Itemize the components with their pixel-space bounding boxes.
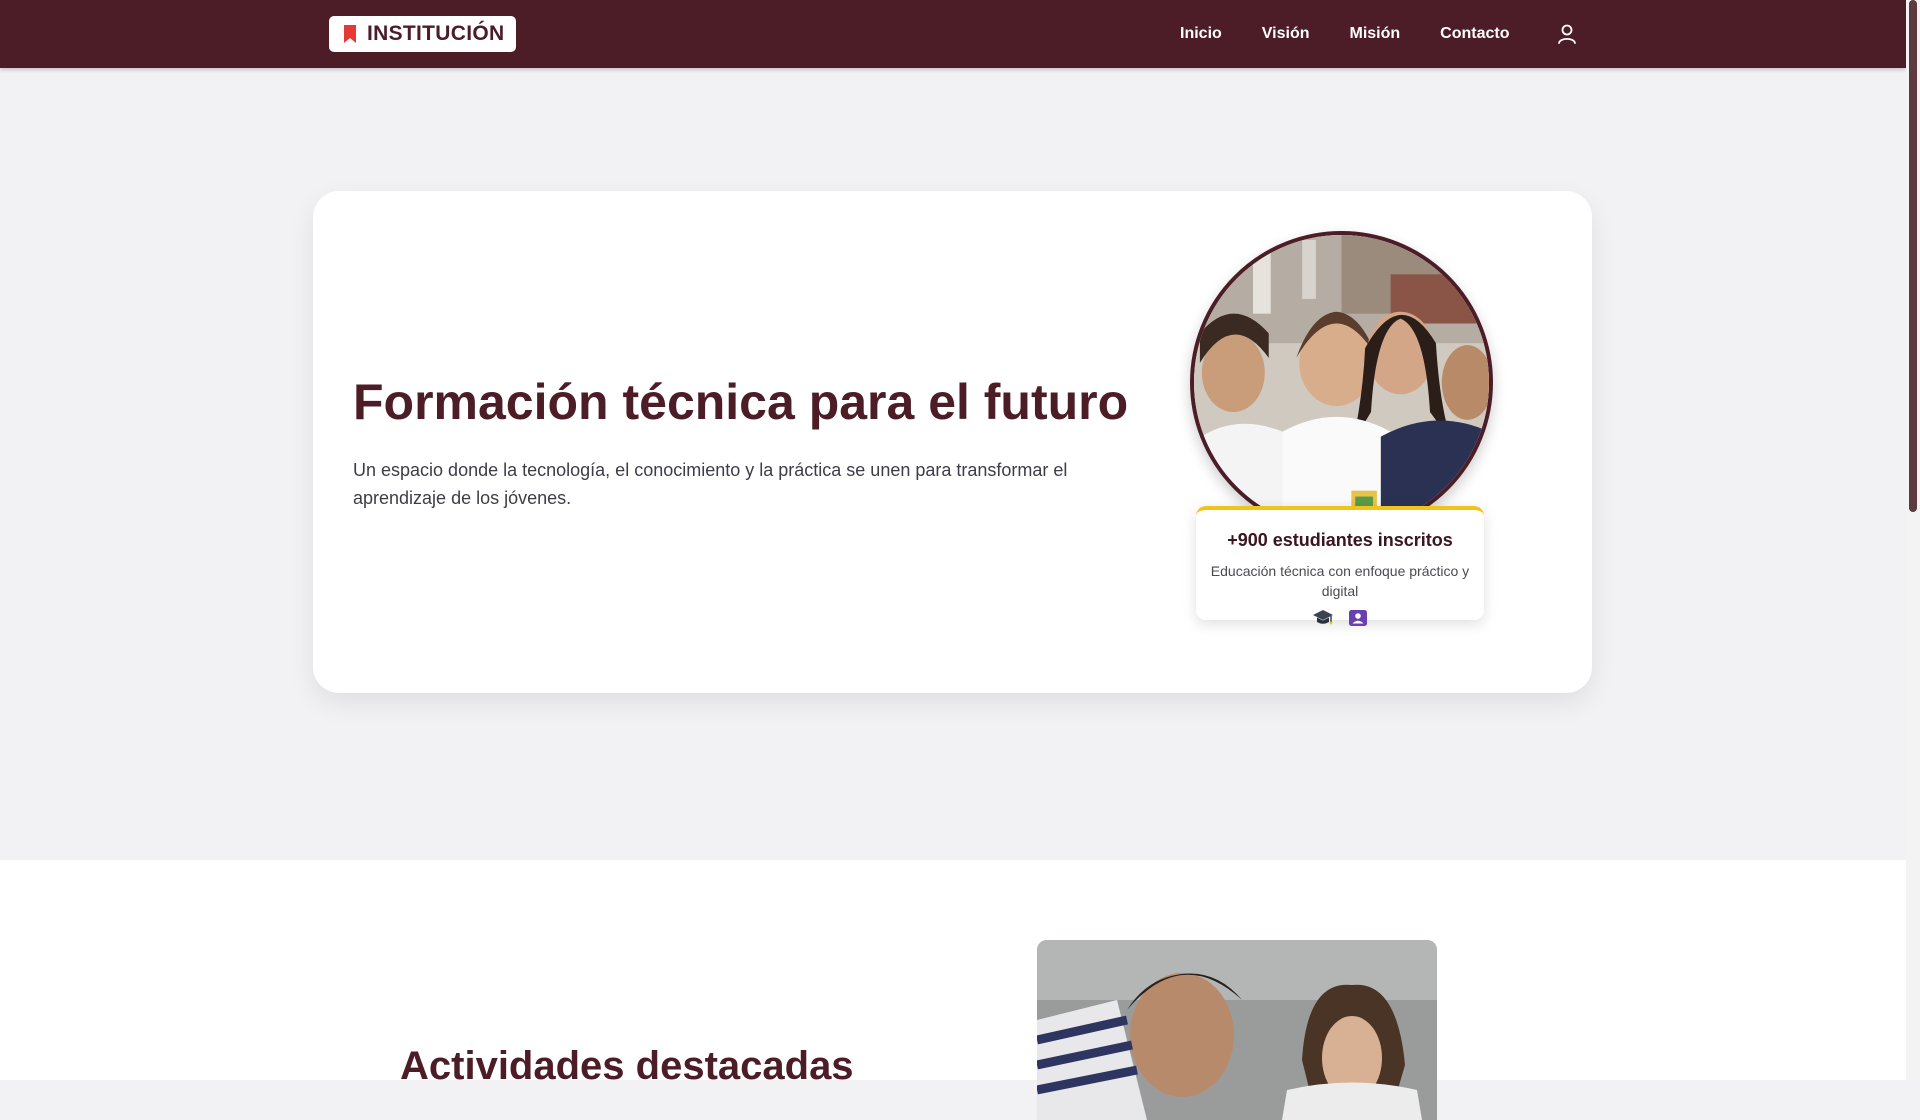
main-nav: Inicio Visión Misión Contacto — [1180, 0, 1550, 68]
user-icon[interactable] — [1556, 23, 1578, 45]
graduation-cap-icon — [1313, 610, 1333, 625]
activity-photo — [1037, 940, 1437, 1120]
nav-link-inicio[interactable]: Inicio — [1180, 25, 1222, 43]
stat-title: +900 estudiantes inscritos — [1227, 530, 1453, 550]
students-photo — [1190, 231, 1493, 534]
stat-description: Educación técnica con enfoque práctico y… — [1210, 563, 1470, 599]
activities-title: Actividades destacadas — [400, 1044, 854, 1088]
nav-link-contacto[interactable]: Contacto — [1440, 25, 1509, 43]
stat-card: +900 estudiantes inscritos Educación téc… — [1196, 506, 1484, 626]
bookmark-icon — [344, 25, 356, 43]
stat-icons — [1196, 609, 1484, 627]
page-scrollbar[interactable] — [1906, 0, 1920, 1080]
hero-title: Formación técnica para el futuro — [353, 374, 1129, 430]
brand-name: INSTITUCIÓN — [367, 22, 505, 45]
scrollbar-thumb[interactable] — [1909, 0, 1917, 512]
top-navbar: INSTITUCIÓN Inicio Visión Misión Contact… — [0, 0, 1906, 68]
student-badge-icon — [1349, 610, 1367, 626]
hero-card: Formación técnica para el futuro Un espa… — [313, 191, 1592, 693]
activities-section: Actividades destacadas — [0, 860, 1906, 1120]
brand-logo[interactable]: INSTITUCIÓN — [329, 16, 517, 52]
nav-link-mision[interactable]: Misión — [1350, 25, 1401, 43]
hero-subtitle: Un espacio donde la tecnología, el conoc… — [353, 460, 1068, 508]
nav-link-vision[interactable]: Visión — [1262, 25, 1310, 43]
